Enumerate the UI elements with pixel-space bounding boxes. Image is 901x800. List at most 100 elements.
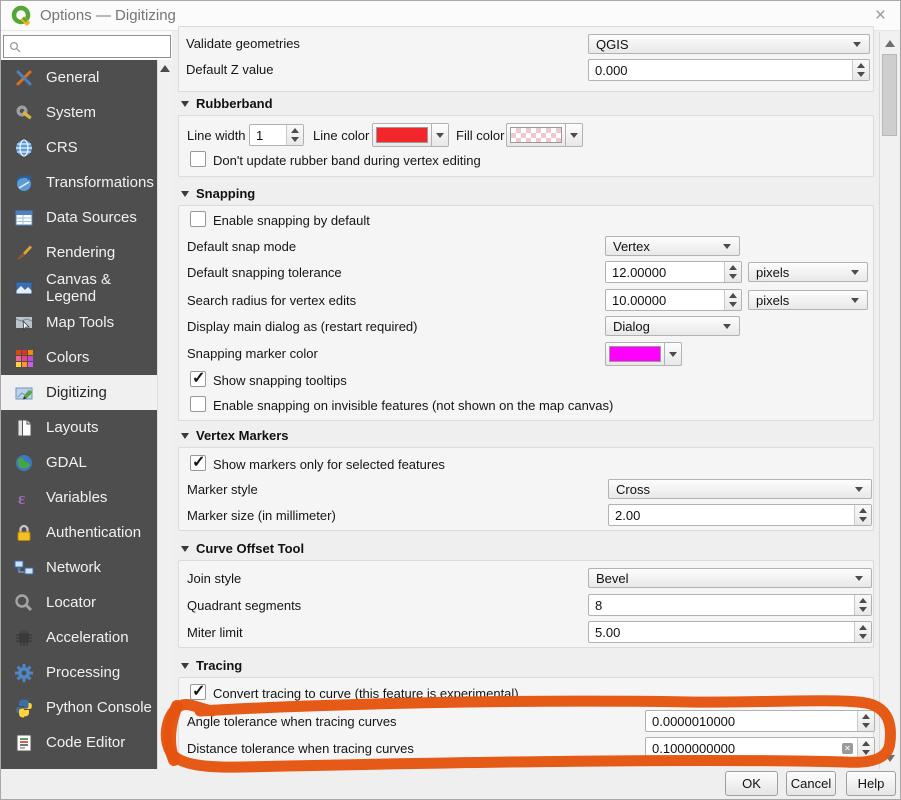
gdal-globe-icon: [14, 453, 34, 473]
sidebar-item-processing[interactable]: Processing: [1, 655, 157, 690]
default-snap-mode-combo[interactable]: Vertex: [605, 236, 740, 256]
distance-tolerance-spin[interactable]: 0.1000000000✕: [645, 737, 875, 759]
collapse-triangle-icon: [181, 433, 189, 439]
color-dropdown-icon[interactable]: [565, 124, 582, 146]
marker-size-spin[interactable]: 2.00: [608, 504, 872, 526]
show-markers-label: Show markers only for selected features: [213, 457, 445, 472]
snapping-invisible-features-checkbox[interactable]: [190, 396, 206, 412]
collapse-triangle-icon: [181, 191, 189, 197]
collapse-triangle-icon: [181, 663, 189, 669]
angle-tolerance-spin[interactable]: 0.0000010000: [645, 710, 875, 732]
color-dropdown-icon[interactable]: [431, 124, 448, 146]
color-dropdown-icon[interactable]: [664, 343, 681, 365]
snapping-tolerance-unit-combo[interactable]: pixels: [748, 262, 868, 282]
sidebar-item-acceleration[interactable]: Acceleration: [1, 620, 157, 655]
sidebar-item-authentication[interactable]: Authentication: [1, 515, 157, 550]
show-markers-checkbox[interactable]: [190, 455, 206, 471]
sidebar-item-python-console[interactable]: Python Console: [1, 690, 157, 725]
sidebar-item-canvas-legend[interactable]: Canvas & Legend: [1, 270, 157, 305]
search-input[interactable]: [21, 40, 170, 54]
sidebar-item-transformations[interactable]: Transformations: [1, 165, 157, 200]
scroll-up-icon[interactable]: [160, 65, 170, 72]
scrollbar-thumb[interactable]: [882, 54, 897, 136]
sidebar-item-rendering[interactable]: Rendering: [1, 235, 157, 270]
dont-update-rubberband-label: Don't update rubber band during vertex e…: [213, 153, 481, 168]
snapping-section-header[interactable]: Snapping: [181, 186, 255, 201]
content-scrollbar[interactable]: [879, 32, 899, 772]
marker-style-combo[interactable]: Cross: [608, 479, 872, 499]
display-dialog-label: Display main dialog as (restart required…: [187, 319, 417, 334]
curve-offset-section-header[interactable]: Curve Offset Tool: [181, 541, 304, 556]
show-snapping-tooltips-checkbox[interactable]: [190, 371, 206, 387]
search-icon: [9, 41, 21, 53]
scroll-up-icon[interactable]: [885, 40, 895, 47]
sidebar-scrollbar[interactable]: [157, 60, 172, 799]
sidebar-item-colors[interactable]: Colors: [1, 340, 157, 375]
enable-snapping-checkbox[interactable]: [190, 211, 206, 227]
code-editor-icon: [14, 733, 34, 753]
search-radius-spin[interactable]: 10.00000: [605, 289, 742, 311]
validate-geometries-label: Validate geometries: [186, 36, 300, 51]
options-dialog: Options — Digitizing × General System CR…: [0, 0, 901, 800]
sidebar-item-code-editor[interactable]: Code Editor: [1, 725, 157, 760]
line-color-button[interactable]: [372, 123, 449, 147]
sidebar-item-data-sources[interactable]: Data Sources: [1, 200, 157, 235]
sidebar-item-system[interactable]: System: [1, 95, 157, 130]
snapping-tolerance-spin[interactable]: 12.00000: [605, 261, 742, 283]
tracing-section-header[interactable]: Tracing: [181, 658, 242, 673]
snapping-group: [178, 205, 874, 421]
search-radius-label: Search radius for vertex edits: [187, 293, 356, 308]
sidebar-item-gdal[interactable]: GDAL: [1, 445, 157, 480]
window-title: Options — Digitizing: [40, 7, 176, 24]
miter-limit-label: Miter limit: [187, 625, 243, 640]
ok-button[interactable]: OK: [725, 771, 778, 796]
snapping-marker-color-button[interactable]: [605, 342, 682, 366]
scroll-down-icon[interactable]: [885, 755, 895, 762]
settings-search-box[interactable]: [3, 35, 171, 58]
fill-color-button[interactable]: [506, 123, 583, 147]
quadrant-segments-spin[interactable]: 8: [588, 594, 872, 616]
network-computers-icon: [14, 558, 34, 578]
join-style-combo[interactable]: Bevel: [588, 568, 872, 588]
sidebar-item-network[interactable]: Network: [1, 550, 157, 585]
join-style-label: Join style: [187, 571, 241, 586]
line-color-swatch: [376, 127, 428, 143]
rubberband-section-header[interactable]: Rubberband: [181, 96, 273, 111]
authentication-lock-icon: [14, 523, 34, 543]
dont-update-rubberband-checkbox[interactable]: [190, 151, 206, 167]
sidebar-item-layouts[interactable]: Layouts: [1, 410, 157, 445]
convert-tracing-checkbox[interactable]: [190, 684, 206, 700]
variables-epsilon-icon: ε: [14, 488, 34, 508]
sidebar-item-map-tools[interactable]: Map Tools: [1, 305, 157, 340]
clear-field-icon[interactable]: ✕: [842, 743, 853, 754]
vertex-markers-section-header[interactable]: Vertex Markers: [181, 428, 289, 443]
snapping-invisible-features-label: Enable snapping on invisible features (n…: [213, 398, 613, 413]
fill-color-label: Fill color: [456, 128, 504, 143]
cancel-button[interactable]: Cancel: [786, 771, 836, 796]
acceleration-chip-icon: [14, 628, 34, 648]
sidebar-item-general[interactable]: General: [1, 60, 157, 95]
convert-tracing-label: Convert tracing to curve (this feature i…: [213, 686, 519, 701]
sidebar-item-digitizing[interactable]: Digitizing: [1, 375, 157, 410]
display-dialog-combo[interactable]: Dialog: [605, 316, 740, 336]
help-button[interactable]: Help: [846, 771, 896, 796]
sidebar-item-crs[interactable]: CRS: [1, 130, 157, 165]
miter-limit-spin[interactable]: 5.00: [588, 621, 872, 643]
sidebar-item-locator[interactable]: Locator: [1, 585, 157, 620]
snapping-marker-color-label: Snapping marker color: [187, 346, 318, 361]
map-tools-icon: [14, 313, 34, 333]
marker-style-label: Marker style: [187, 482, 258, 497]
fill-color-swatch: [510, 127, 562, 143]
sidebar-item-variables[interactable]: εVariables: [1, 480, 157, 515]
line-width-spin[interactable]: 1: [249, 124, 304, 146]
default-z-value-label: Default Z value: [186, 62, 273, 77]
validate-geometries-combo[interactable]: QGIS: [588, 34, 870, 54]
search-radius-unit-combo[interactable]: pixels: [748, 290, 868, 310]
data-sources-table-icon: [14, 208, 34, 228]
sidebar: General System CRS Transformations Data …: [1, 60, 157, 799]
line-color-label: Line color: [313, 128, 369, 143]
transformations-globe-icon: [14, 173, 34, 193]
close-icon[interactable]: ×: [875, 5, 886, 27]
marker-size-label: Marker size (in millimeter): [187, 508, 336, 523]
default-z-value-spin[interactable]: 0.000: [588, 59, 870, 81]
